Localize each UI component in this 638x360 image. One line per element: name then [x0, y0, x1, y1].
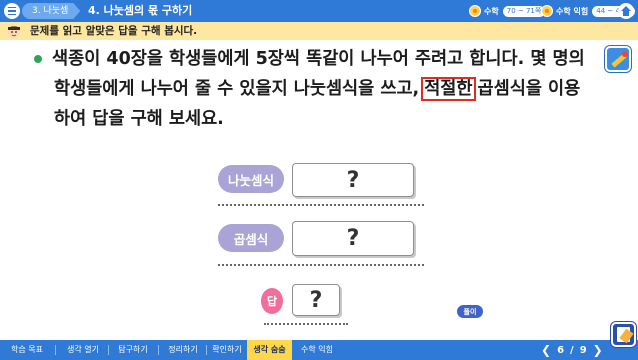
instruction-text: 문제를 읽고 알맞은 답을 구해 봅시다. — [30, 25, 198, 37]
nav-item-learning-goal[interactable]: 학습 목표 — [2, 340, 52, 360]
textbook-pages: 70 ~ 71쪽 — [502, 5, 546, 17]
menu-icon[interactable] — [4, 3, 20, 19]
prev-page-icon[interactable]: ❮ — [541, 343, 551, 357]
question-line-2: 학생들에게 나누어 줄 수 있을지 나눗셈식을 쓰고, 적절한 곱셈식을 이용 — [54, 77, 580, 101]
multiplication-label: 곱셈식 — [218, 224, 284, 252]
division-label: 나눗셈식 — [218, 165, 284, 193]
divider-dotted — [218, 204, 424, 206]
nav-separator — [55, 345, 56, 355]
book-icon — [469, 5, 481, 17]
breadcrumb-unit[interactable]: 3. 나눗셈 — [22, 3, 80, 19]
textbook-pages-button[interactable]: 수학 70 ~ 71쪽 — [469, 4, 546, 18]
final-answer-box[interactable]: ? — [292, 284, 340, 316]
bottom-nav: 학습 목표 생각 열기 탐구하기 정리하기 확인하기 생각 숨숨 수학 익힘 ❮… — [0, 340, 638, 360]
home-icon[interactable] — [618, 3, 634, 19]
divider-dotted — [218, 264, 424, 266]
total-pages: 9 — [579, 344, 587, 356]
question-text: 곱셈식을 이용 — [477, 79, 581, 99]
toolbox-icon[interactable] — [611, 322, 636, 347]
question-bullet — [34, 55, 42, 63]
instruction-bar: 문제를 읽고 알맞은 답을 구해 봅시다. — [0, 22, 638, 40]
workbook-label: 수학 익힘 — [556, 6, 589, 16]
top-bar: 3. 나눗셈 4. 나눗셈의 몫 구하기 수학 70 ~ 71쪽 수학 익힘 4… — [0, 0, 638, 22]
highlighted-word: 적절한 — [421, 77, 476, 101]
divider-dotted — [264, 323, 348, 325]
multiplication-answer-box[interactable]: ? — [292, 221, 414, 256]
next-page-icon[interactable]: ❯ — [593, 343, 603, 357]
nav-item-workbook[interactable]: 수학 익힘 — [294, 340, 340, 360]
textbook-label: 수학 — [484, 6, 499, 16]
solution-button[interactable]: 풀이 — [457, 305, 483, 318]
pencil-tool-icon[interactable] — [605, 46, 631, 72]
book-icon — [541, 5, 553, 17]
nav-item-opening[interactable]: 생각 열기 — [58, 340, 108, 360]
division-answer-box[interactable]: ? — [292, 163, 414, 197]
question-line-3: 하여 답을 구해 보세요. — [54, 109, 224, 129]
question-text: 학생들에게 나누어 줄 수 있을지 나눗셈식을 쓰고, — [54, 79, 420, 99]
current-page: 6 — [557, 344, 565, 356]
nav-separator — [158, 345, 159, 355]
nav-separator — [108, 345, 109, 355]
nav-item-thinking-active[interactable]: 생각 숨숨 — [247, 340, 292, 360]
page-title: 4. 나눗셈의 몫 구하기 — [88, 4, 193, 17]
answer-label: 답 — [261, 288, 283, 314]
page-separator: / — [570, 344, 574, 356]
pager: ❮ 6 / 9 ❯ — [541, 340, 603, 360]
student-character-icon — [8, 26, 20, 38]
nav-item-check[interactable]: 확인하기 — [208, 340, 246, 360]
nav-separator — [206, 345, 207, 355]
question-line-1: 색종이 40장을 학생들에게 5장씩 똑같이 나누어 주려고 합니다. 몇 명의 — [52, 49, 585, 69]
nav-item-summary[interactable]: 정리하기 — [160, 340, 206, 360]
nav-item-explore[interactable]: 탐구하기 — [110, 340, 156, 360]
